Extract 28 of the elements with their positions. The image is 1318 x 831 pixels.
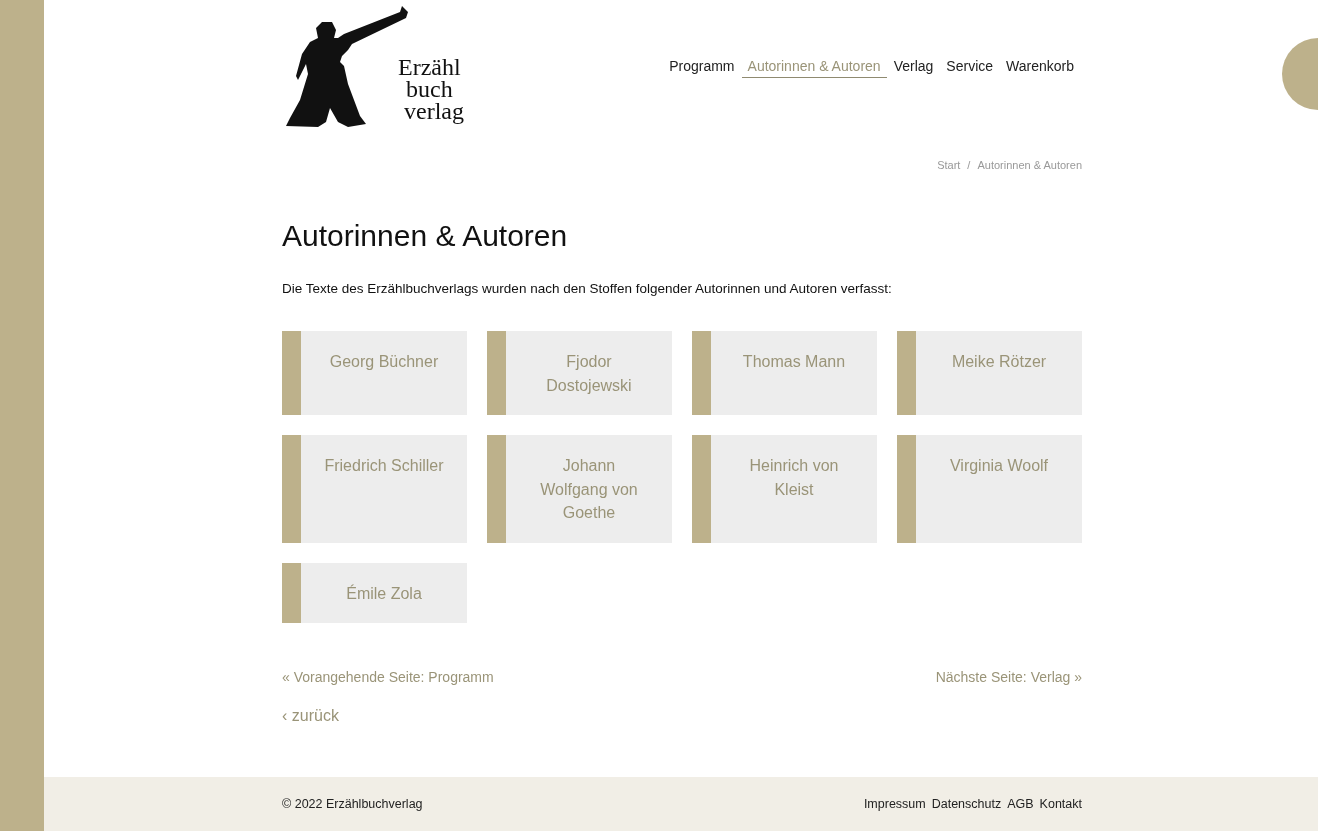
author-card[interactable]: Fjodor Dostojewski	[487, 331, 672, 415]
author-card[interactable]: Thomas Mann	[692, 331, 877, 415]
author-card[interactable]: Émile Zola	[282, 562, 467, 623]
breadcrumb-link[interactable]: Start	[937, 159, 961, 171]
footer-link[interactable]: AGB	[1007, 797, 1034, 811]
author-card[interactable]: Johann Wolfgang von Goethe	[487, 435, 672, 543]
nav-link[interactable]: Programm	[663, 54, 741, 78]
nav-link[interactable]: Warenkorb	[1000, 54, 1080, 78]
back-link[interactable]: ‹ zurück	[282, 707, 339, 725]
nav-link[interactable]: Verlag	[887, 54, 940, 78]
footer-link[interactable]: Datenschutz	[931, 797, 1002, 811]
footer-link[interactable]: Kontakt	[1039, 797, 1082, 811]
author-card[interactable]: Friedrich Schiller	[282, 435, 467, 543]
breadcrumb-link[interactable]: Autorinnen & Autoren	[977, 159, 1082, 171]
intro-text: Die Texte des Erzählbuchverlags wurden nach den Stoffen folgender Autorinnen und Autoren verfasst:	[282, 281, 893, 296]
nav-link[interactable]: Service	[940, 54, 1000, 78]
author-card[interactable]: Meike Rötzer	[897, 331, 1082, 415]
previous-page-link[interactable]: « Vorangehende Seite: Programm	[282, 669, 494, 685]
logo-text[interactable]: Erzähl buch verlag	[398, 56, 464, 122]
author-card[interactable]: Heinrich von Kleist	[692, 435, 877, 543]
copyright-text: © 2022 Erzählbuchverlag	[282, 797, 423, 811]
page-heading: Autorinnen & Autoren	[282, 219, 569, 253]
author-card[interactable]: Virginia Woolf	[897, 435, 1082, 543]
next-page-link[interactable]: Nächste Seite: Verlag »	[935, 669, 1082, 685]
breadcrumb-separator: /	[967, 159, 971, 171]
author-card[interactable]: Georg Büchner	[282, 331, 467, 415]
nav-link[interactable]: Autorinnen & Autoren	[741, 54, 887, 78]
footer-link[interactable]: Impressum	[863, 797, 926, 811]
